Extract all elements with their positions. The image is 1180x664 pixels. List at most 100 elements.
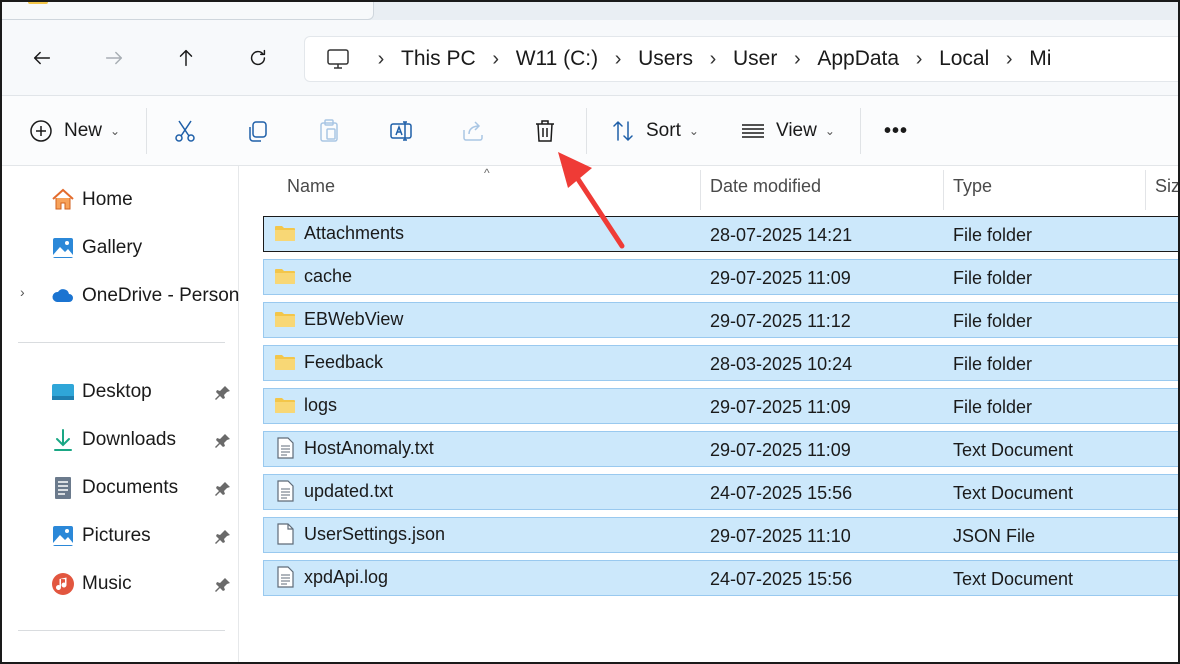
breadcrumb-drive[interactable]: W11 (C:) <box>516 47 598 71</box>
view-button[interactable]: View ⌄ <box>740 114 835 148</box>
breadcrumb-this-pc[interactable]: This PC <box>401 47 476 71</box>
pin-icon[interactable] <box>214 432 232 450</box>
toolbar-divider <box>586 108 587 154</box>
breadcrumb-chevron[interactable]: › <box>899 48 939 71</box>
file-date: 29-07-2025 11:09 <box>710 440 851 460</box>
breadcrumb-chevron[interactable]: › <box>693 48 733 71</box>
arrow-up-icon <box>179 49 193 67</box>
document-icon <box>50 475 76 501</box>
breadcrumb-appdata[interactable]: AppData <box>817 47 899 71</box>
scissors-icon <box>175 120 195 142</box>
pin-icon[interactable] <box>214 576 232 594</box>
refresh-button[interactable] <box>240 40 276 76</box>
delete-button[interactable] <box>532 114 558 148</box>
file-name-cell: Feedback <box>274 351 383 373</box>
pin-icon[interactable] <box>214 384 232 402</box>
back-button[interactable] <box>24 40 60 76</box>
copy-button[interactable] <box>244 114 270 148</box>
plus-circle-icon <box>30 120 52 142</box>
new-button[interactable]: New ⌄ <box>28 114 120 148</box>
text-file-icon <box>274 566 296 588</box>
column-divider[interactable] <box>943 170 944 210</box>
file-list: ^ Name Date modified Type Size Attachmen… <box>239 166 1178 662</box>
file-date: 29-07-2025 11:10 <box>710 526 851 546</box>
file-name: cache <box>304 265 353 286</box>
column-header-name[interactable]: Name <box>287 176 335 197</box>
breadcrumb-users[interactable]: Users <box>638 47 693 71</box>
file-type: File folder <box>953 354 1033 374</box>
sidebar-item-documents[interactable]: Documents <box>50 472 178 504</box>
file-row[interactable]: Feedback 28-03-2025 10:24 File folder <box>263 345 1178 381</box>
command-bar: New ⌄ Sort ⌄ View ⌄ ••• <box>2 96 1178 166</box>
music-icon <box>50 571 76 597</box>
breadcrumb-user[interactable]: User <box>733 47 777 71</box>
column-header-date[interactable]: Date modified <box>710 176 821 197</box>
sidebar-item-music[interactable]: Music <box>50 568 132 600</box>
breadcrumb-chevron[interactable]: › <box>777 48 817 71</box>
arrow-right-icon <box>105 51 123 65</box>
folder-icon <box>274 308 296 330</box>
file-row[interactable]: EBWebView 29-07-2025 11:12 File folder <box>263 302 1178 338</box>
pin-icon[interactable] <box>214 528 232 546</box>
sidebar-item-onedrive[interactable]: OneDrive - Persona <box>50 280 250 312</box>
breadcrumb-chevron[interactable]: › <box>989 48 1029 71</box>
arrow-left-icon <box>33 51 51 65</box>
breadcrumb-chevron[interactable]: › <box>361 48 401 71</box>
file-explorer-window: › This PC › W11 (C:) › Users › User › Ap… <box>0 0 1180 664</box>
breadcrumb-current[interactable]: Mi <box>1029 47 1051 71</box>
file-type: Text Document <box>953 483 1074 503</box>
breadcrumb-chevron[interactable]: › <box>598 48 638 71</box>
file-row[interactable]: xpdApi.log 24-07-2025 15:56 Text Document <box>263 560 1178 596</box>
chevron-down-icon: ⌄ <box>110 124 121 138</box>
navigation-pane: Home Gallery › OneDrive - Persona Deskto… <box>2 166 250 662</box>
file-row[interactable]: UserSettings.json 29-07-2025 11:10 JSON Fi… <box>263 517 1178 553</box>
file-row[interactable]: updated.txt 24-07-2025 15:56 Text Document <box>263 474 1178 510</box>
breadcrumb-chevron[interactable]: › <box>476 48 516 71</box>
up-button[interactable] <box>168 40 204 76</box>
file-row[interactable]: HostAnomaly.txt 29-07-2025 11:09 Text Docu… <box>263 431 1178 467</box>
more-options-button[interactable]: ••• <box>884 114 908 148</box>
file-date: 24-07-2025 15:56 <box>710 483 853 503</box>
sidebar-item-desktop[interactable]: Desktop <box>50 376 152 408</box>
tab-strip <box>2 2 1178 20</box>
column-divider[interactable] <box>1145 170 1146 210</box>
share-icon <box>463 121 483 141</box>
view-label: View <box>776 120 817 141</box>
sidebar-item-home[interactable]: Home <box>50 184 133 216</box>
breadcrumb-local[interactable]: Local <box>939 47 989 71</box>
cut-button[interactable] <box>172 114 198 148</box>
file-row[interactable]: cache 29-07-2025 11:09 File folder <box>263 259 1178 295</box>
column-header-type[interactable]: Type <box>953 176 992 197</box>
sidebar-item-label: Pictures <box>82 525 151 546</box>
file-row[interactable]: logs 29-07-2025 11:09 File folder <box>263 388 1178 424</box>
chevron-right-icon[interactable]: › <box>20 284 25 300</box>
sort-button[interactable]: Sort ⌄ <box>610 114 699 148</box>
file-type: Text Document <box>953 569 1074 589</box>
column-header-size[interactable]: Size <box>1155 176 1178 197</box>
sidebar-item-downloads[interactable]: Downloads <box>50 424 176 456</box>
file-row[interactable]: Attachments 28-07-2025 14:21 File folder <box>263 216 1178 252</box>
column-divider[interactable] <box>700 170 701 210</box>
trash-icon <box>536 120 554 142</box>
sidebar-item-pictures[interactable]: Pictures <box>50 520 151 552</box>
sidebar-item-label: OneDrive - Persona <box>82 285 250 306</box>
share-button[interactable] <box>460 114 486 148</box>
toolbar-divider <box>860 108 861 154</box>
file-icon <box>274 523 296 545</box>
tab-active[interactable] <box>2 2 374 20</box>
sidebar-item-gallery[interactable]: Gallery <box>50 232 142 264</box>
desktop-icon <box>50 379 76 405</box>
file-name-cell: Attachments <box>274 222 404 244</box>
computer-icon[interactable] <box>325 46 351 72</box>
folder-icon <box>274 265 296 287</box>
file-name-cell: xpdApi.log <box>274 566 388 588</box>
paste-button[interactable] <box>316 114 342 148</box>
forward-button[interactable] <box>96 40 132 76</box>
pin-icon[interactable] <box>214 480 232 498</box>
sidebar-item-label: Music <box>82 573 132 594</box>
file-date: 29-07-2025 11:09 <box>710 268 851 288</box>
address-bar[interactable]: › This PC › W11 (C:) › Users › User › Ap… <box>304 36 1178 82</box>
rename-button[interactable] <box>388 114 414 148</box>
cloud-icon <box>50 283 76 309</box>
toolbar-divider <box>146 108 147 154</box>
